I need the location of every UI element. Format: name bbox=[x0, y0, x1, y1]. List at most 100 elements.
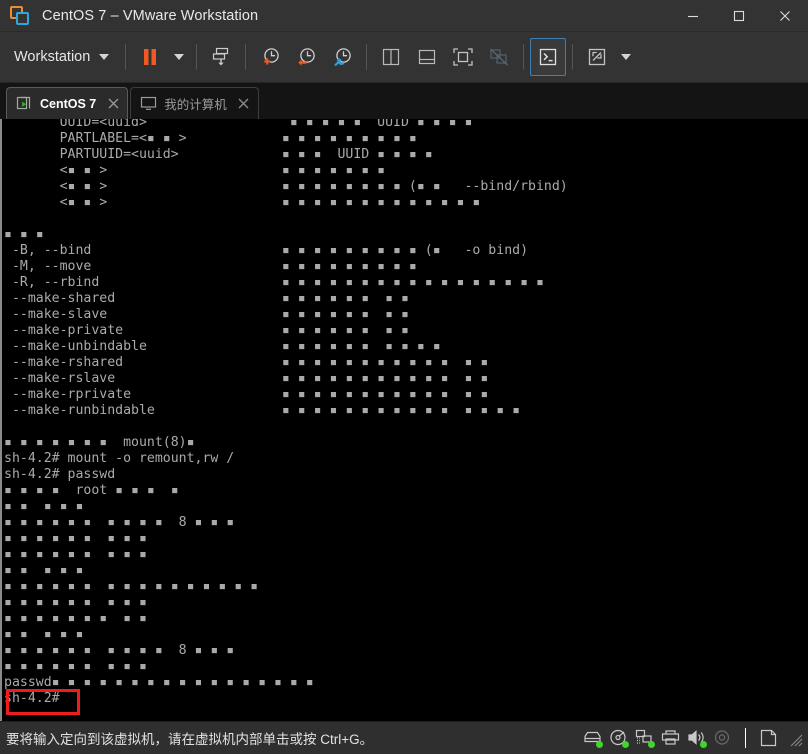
status-divider bbox=[745, 728, 746, 748]
sound-card-icon[interactable] bbox=[687, 729, 707, 748]
terminal-output: UUID=<uuid> ▪ ▪ ▪ ▪ ▪ UUID ▪ ▪ ▪ ▪ PARTL… bbox=[4, 119, 804, 707]
send-key-icon bbox=[213, 47, 229, 66]
toolbar-divider bbox=[125, 44, 127, 70]
vm-tab-bar: CentOS 7 我的计算机 bbox=[0, 83, 808, 119]
terminal-line: --make-slave ▪ ▪ ▪ ▪ ▪ ▪ ▪ ▪ bbox=[4, 307, 409, 322]
stretch-view-button[interactable] bbox=[579, 38, 615, 76]
terminal-line: ▪ ▪ ▪ ▪ ▪ ▪ ▪ ▪ ▪ bbox=[4, 531, 147, 546]
terminal-line: <▪ ▪ > ▪ ▪ ▪ ▪ ▪ ▪ ▪ bbox=[4, 163, 386, 178]
terminal-line: ▪ ▪ ▪ ▪ ▪ bbox=[4, 627, 84, 642]
revert-snapshot-button[interactable] bbox=[288, 38, 324, 76]
toolbar-divider bbox=[366, 44, 368, 70]
full-screen-button[interactable] bbox=[445, 38, 481, 76]
terminal-line: ▪ ▪ ▪ ▪ ▪ ▪ ▪ ▪ ▪ bbox=[4, 595, 147, 610]
terminal-line: ▪ ▪ ▪ ▪ ▪ ▪ ▪ ▪ ▪ bbox=[4, 547, 147, 562]
status-led bbox=[648, 741, 655, 748]
close-icon[interactable] bbox=[105, 96, 121, 112]
snapshot-add-icon bbox=[264, 48, 280, 65]
chevron-down-icon bbox=[621, 54, 632, 60]
take-snapshot-button[interactable] bbox=[252, 38, 288, 76]
expand-arrows-icon bbox=[589, 48, 606, 66]
send-ctrl-alt-del-button[interactable] bbox=[203, 38, 239, 76]
tab-label: 我的计算机 bbox=[164, 98, 227, 112]
terminal-line: -M, --move ▪ ▪ ▪ ▪ ▪ ▪ ▪ ▪ ▪ bbox=[4, 259, 417, 274]
terminal-line: --make-shared ▪ ▪ ▪ ▪ ▪ ▪ ▪ ▪ bbox=[4, 291, 409, 306]
console-view-button[interactable] bbox=[530, 38, 567, 76]
terminal-line: PARTUUID=<uuid> ▪ ▪ ▪ UUID ▪ ▪ ▪ ▪ bbox=[4, 147, 433, 162]
suspend-vm-button[interactable] bbox=[132, 38, 168, 76]
monitor-icon bbox=[140, 96, 157, 111]
terminal-line: -B, --bind ▪ ▪ ▪ ▪ ▪ ▪ ▪ ▪ ▪ (▪ -o bind) bbox=[4, 243, 529, 258]
terminal-line: sh-4.2# bbox=[4, 691, 60, 706]
panel-bottom-icon bbox=[419, 49, 436, 65]
unity-mode-button[interactable] bbox=[481, 38, 517, 76]
console-icon bbox=[540, 48, 557, 66]
power-dropdown-button[interactable] bbox=[168, 38, 190, 76]
vmware-logo-icon bbox=[10, 5, 30, 26]
main-toolbar: Workstation bbox=[0, 32, 808, 83]
workstation-menu-label: Workstation bbox=[14, 49, 91, 65]
snapshot-revert-icon bbox=[298, 48, 316, 66]
status-message: 要将输入定向到该虚拟机，请在虚拟机内部单击或按 Ctrl+G。 bbox=[6, 732, 374, 747]
terminal-line: ▪ ▪ ▪ bbox=[4, 227, 44, 242]
toolbar-divider bbox=[245, 44, 247, 70]
terminal-line: UUID=<uuid> ▪ ▪ ▪ ▪ ▪ UUID ▪ ▪ ▪ ▪ bbox=[4, 119, 473, 130]
printer-icon[interactable] bbox=[661, 729, 680, 747]
terminal-line: <▪ ▪ > ▪ ▪ ▪ ▪ ▪ ▪ ▪ ▪ (▪ ▪ --bind/rbind… bbox=[4, 179, 568, 194]
maximize-button[interactable] bbox=[716, 0, 762, 31]
show-library-button[interactable] bbox=[373, 38, 409, 76]
terminal-line: --make-rprivate ▪ ▪ ▪ ▪ ▪ ▪ ▪ ▪ ▪ ▪ ▪ ▪ … bbox=[4, 387, 489, 402]
terminal-line: --make-unbindable ▪ ▪ ▪ ▪ ▪ ▪ ▪ ▪ ▪ ▪ bbox=[4, 339, 441, 354]
fullscreen-icon bbox=[453, 48, 473, 66]
status-bar: 要将输入定向到该虚拟机，请在虚拟机内部单击或按 Ctrl+G。 bbox=[0, 721, 808, 754]
status-led bbox=[700, 741, 707, 748]
terminal-line: <▪ ▪ > ▪ ▪ ▪ ▪ ▪ ▪ ▪ ▪ ▪ ▪ ▪ ▪ ▪ bbox=[4, 195, 481, 210]
usb-device-icon[interactable] bbox=[713, 729, 732, 747]
terminal-line: passwd▪ ▪ ▪ ▪ ▪ ▪ ▪ ▪ ▪ ▪ ▪ ▪ ▪ ▪ ▪ ▪ ▪ bbox=[4, 675, 314, 690]
chevron-down-icon bbox=[99, 54, 110, 60]
device-status-icons bbox=[583, 728, 808, 748]
toolbar-divider bbox=[572, 44, 574, 70]
snapshot-manager-icon bbox=[334, 48, 352, 67]
status-led bbox=[596, 741, 603, 748]
cd-dvd-icon[interactable] bbox=[609, 729, 629, 748]
hard-disk-icon[interactable] bbox=[583, 729, 603, 748]
manage-snapshots-button[interactable] bbox=[324, 38, 360, 76]
title-bar: CentOS 7 – VMware Workstation bbox=[0, 0, 808, 32]
window-title: CentOS 7 – VMware Workstation bbox=[42, 7, 259, 24]
terminal-line: -R, --rbind ▪ ▪ ▪ ▪ ▪ ▪ ▪ ▪ ▪ ▪ ▪ ▪ ▪ ▪ … bbox=[4, 275, 544, 290]
tab-label: CentOS 7 bbox=[40, 96, 97, 111]
terminal-line: ▪ ▪ ▪ ▪ ▪ ▪ ▪ ▪ ▪ ▪ 8 ▪ ▪ ▪ bbox=[4, 515, 235, 530]
toolbar-divider bbox=[196, 44, 198, 70]
vm-console-screen[interactable]: UUID=<uuid> ▪ ▪ ▪ ▪ ▪ UUID ▪ ▪ ▪ ▪ PARTL… bbox=[0, 119, 808, 721]
resize-grip-icon[interactable] bbox=[787, 731, 803, 747]
minimize-button[interactable] bbox=[670, 0, 716, 31]
terminal-line: ▪ ▪ ▪ ▪ ▪ ▪ ▪ ▪ ▪ bbox=[4, 611, 147, 626]
terminal-line: sh-4.2# mount -o remount,rw / bbox=[4, 451, 235, 466]
terminal-line: ▪ ▪ ▪ ▪ ▪ ▪ ▪ ▪ ▪ ▪ ▪ ▪ ▪ ▪ ▪ ▪ bbox=[4, 579, 259, 594]
tab-my-computer[interactable]: 我的计算机 bbox=[130, 87, 259, 119]
unity-mode-icon bbox=[490, 48, 509, 66]
document-icon[interactable] bbox=[759, 729, 778, 747]
terminal-line: --make-private ▪ ▪ ▪ ▪ ▪ ▪ ▪ ▪ bbox=[4, 323, 409, 338]
terminal-line: --make-rslave ▪ ▪ ▪ ▪ ▪ ▪ ▪ ▪ ▪ ▪ ▪ ▪ ▪ bbox=[4, 371, 489, 386]
pause-icon bbox=[144, 49, 157, 65]
view-dropdown-button[interactable] bbox=[615, 38, 637, 76]
show-thumbnails-button[interactable] bbox=[409, 38, 445, 76]
terminal-line: ▪ ▪ ▪ ▪ ▪ bbox=[4, 499, 84, 514]
tab-centos-7[interactable]: CentOS 7 bbox=[6, 87, 129, 119]
terminal-line: sh-4.2# passwd bbox=[4, 467, 116, 482]
terminal-line: --make-runbindable ▪ ▪ ▪ ▪ ▪ ▪ ▪ ▪ ▪ ▪ ▪… bbox=[4, 403, 521, 418]
terminal-line: ▪ ▪ ▪ ▪ ▪ ▪ ▪ ▪ ▪ ▪ 8 ▪ ▪ ▪ bbox=[4, 643, 235, 658]
chevron-down-icon bbox=[174, 54, 185, 60]
terminal-line: --make-rshared ▪ ▪ ▪ ▪ ▪ ▪ ▪ ▪ ▪ ▪ ▪ ▪ ▪ bbox=[4, 355, 489, 370]
workstation-menu-button[interactable]: Workstation bbox=[0, 32, 119, 82]
terminal-line: ▪ ▪ ▪ ▪ ▪ ▪ ▪ ▪ ▪ bbox=[4, 659, 147, 674]
network-adapter-icon[interactable] bbox=[635, 729, 655, 748]
terminal-line: ▪ ▪ ▪ ▪ root ▪ ▪ ▪ ▪ bbox=[4, 483, 179, 498]
vmware-workstation-window: CentOS 7 – VMware Workstation Workstatio… bbox=[0, 0, 808, 754]
status-led bbox=[622, 741, 629, 748]
close-button[interactable] bbox=[762, 0, 808, 31]
close-icon[interactable] bbox=[236, 96, 252, 112]
